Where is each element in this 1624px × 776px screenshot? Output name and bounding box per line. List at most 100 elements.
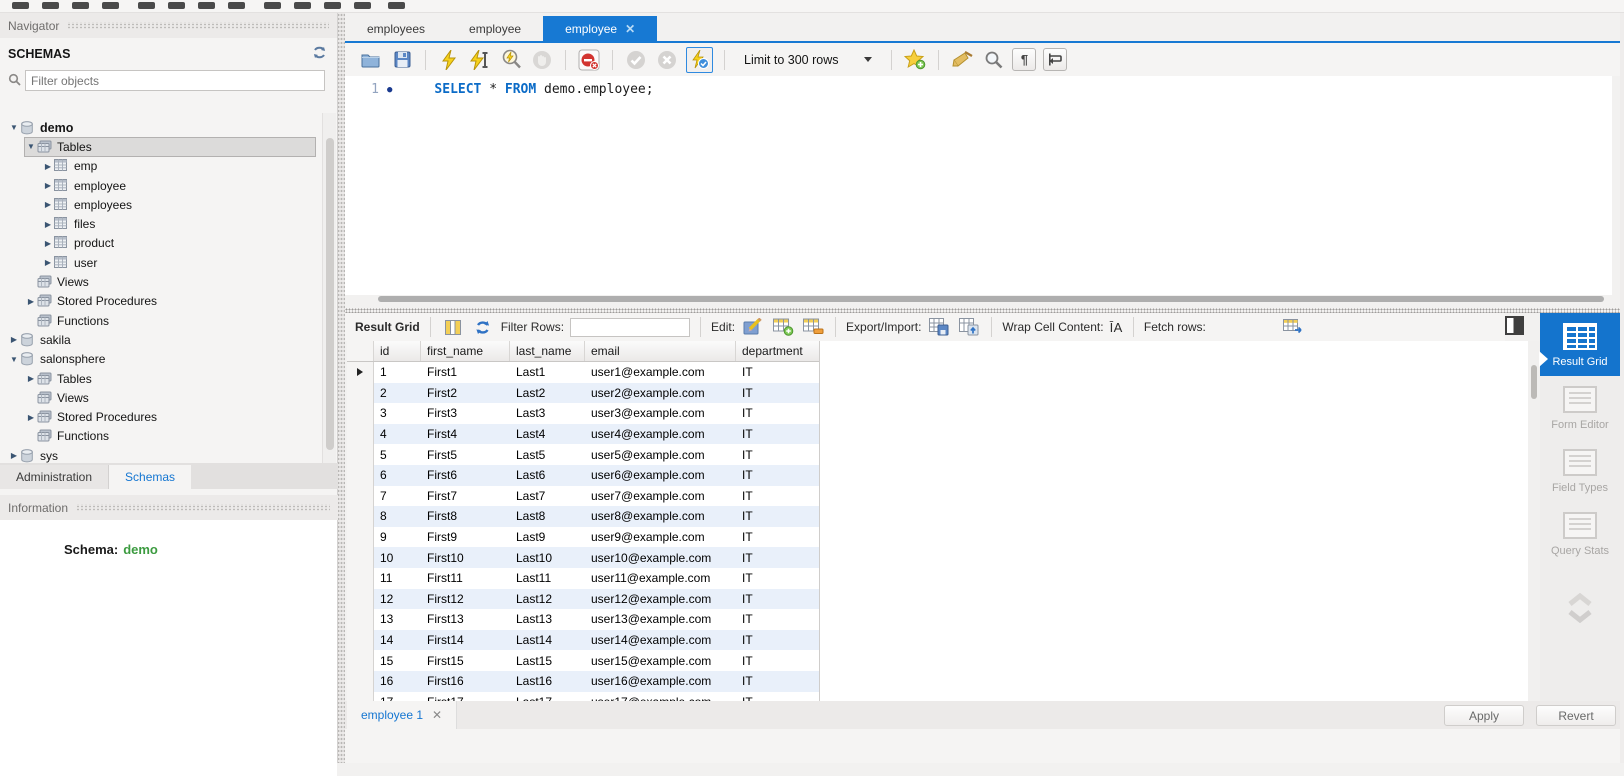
grid-cell[interactable]: 6 — [374, 465, 421, 486]
grid-cell[interactable]: 8 — [374, 506, 421, 527]
rollback-icon[interactable] — [655, 48, 679, 72]
editor-tab-2[interactable]: employee✕ — [543, 16, 657, 41]
tree-item-views[interactable]: Views — [0, 272, 322, 291]
grid-row-gutter[interactable] — [347, 506, 374, 527]
filter-objects-input[interactable] — [25, 70, 325, 91]
tree-expanded-arrow-icon[interactable]: ▼ — [8, 355, 20, 364]
grid-cell[interactable]: Last5 — [510, 444, 585, 465]
chevron-down-icon[interactable] — [1567, 609, 1593, 623]
grid-cell[interactable]: 11 — [374, 568, 421, 589]
stop-query-icon[interactable] — [530, 48, 554, 72]
grid-row-gutter[interactable] — [347, 465, 374, 486]
grid-cell[interactable]: Last15 — [510, 650, 585, 671]
tree-item-stored-procedures[interactable]: ▶Stored Procedures — [0, 292, 322, 311]
insert-row-icon[interactable] — [771, 315, 795, 339]
save-script-icon[interactable] — [390, 48, 414, 72]
grid-cell[interactable]: 10 — [374, 547, 421, 568]
close-icon[interactable]: ✕ — [432, 708, 442, 722]
tree-collapsed-arrow-icon[interactable]: ▶ — [42, 162, 54, 171]
grid-row-gutter[interactable] — [347, 444, 374, 465]
grid-header-email[interactable]: email — [585, 341, 736, 361]
grid-cell[interactable]: user2@example.com — [585, 383, 736, 404]
grid-cell[interactable]: First9 — [421, 527, 510, 548]
grid-cell[interactable]: First4 — [421, 424, 510, 445]
grid-cell[interactable]: First5 — [421, 444, 510, 465]
grid-cell[interactable]: user5@example.com — [585, 444, 736, 465]
grid-cell[interactable]: user17@example.com — [585, 692, 736, 702]
grid-row-gutter[interactable] — [347, 609, 374, 630]
chevron-up-icon[interactable] — [1567, 593, 1593, 607]
grid-cell[interactable]: First14 — [421, 630, 510, 651]
export-recordset-icon[interactable] — [927, 315, 951, 339]
side-panel-tab-form-editor[interactable]: Form Editor — [1540, 376, 1620, 439]
fetch-more-rows-icon[interactable] — [1282, 315, 1306, 339]
grid-row-gutter[interactable] — [347, 424, 374, 445]
grid-cell[interactable]: IT — [736, 444, 820, 465]
grid-cell[interactable]: Last7 — [510, 486, 585, 507]
editor-horizontal-scrollbar[interactable] — [378, 296, 1604, 302]
limit-rows-dropdown[interactable]: Limit to 300 rows — [736, 51, 880, 69]
grid-cell[interactable]: IT — [736, 506, 820, 527]
tree-item-views[interactable]: Views — [0, 388, 322, 407]
grid-cell[interactable]: Last1 — [510, 362, 585, 383]
grid-cell[interactable]: Last10 — [510, 547, 585, 568]
table-row[interactable]: 1First1Last1user1@example.comIT — [347, 362, 819, 383]
tree-item-tables[interactable]: ▼Tables — [0, 137, 322, 156]
grid-cell[interactable]: IT — [736, 630, 820, 651]
table-row[interactable]: 3First3Last3user3@example.comIT — [347, 403, 819, 424]
table-row[interactable]: 12First12Last12user12@example.comIT — [347, 589, 819, 610]
side-panel-tab-query-stats[interactable]: Query Stats — [1540, 502, 1620, 565]
grid-cell[interactable]: IT — [736, 650, 820, 671]
explain-plan-icon[interactable] — [499, 48, 523, 72]
tree-collapsed-arrow-icon[interactable]: ▶ — [25, 413, 37, 422]
grid-row-gutter[interactable] — [347, 568, 374, 589]
tree-item-stored-procedures[interactable]: ▶Stored Procedures — [0, 407, 322, 426]
table-row[interactable]: 11First11Last11user11@example.comIT — [347, 568, 819, 589]
grid-cell[interactable]: First12 — [421, 589, 510, 610]
grid-cell[interactable]: IT — [736, 671, 820, 692]
toggle-side-panel-icon[interactable] — [1505, 316, 1524, 335]
find-icon[interactable] — [981, 48, 1005, 72]
grid-header-department[interactable]: department — [736, 341, 820, 361]
vertical-splitter[interactable] — [338, 13, 345, 763]
refresh-grid-icon[interactable] — [471, 315, 495, 339]
grid-cell[interactable]: user10@example.com — [585, 547, 736, 568]
show-invisibles-icon[interactable]: ¶ — [1012, 48, 1036, 71]
grid-cell[interactable]: user8@example.com — [585, 506, 736, 527]
tree-collapsed-arrow-icon[interactable]: ▶ — [8, 335, 20, 344]
delete-row-icon[interactable] — [801, 315, 825, 339]
grid-vertical-scrollbar[interactable] — [1528, 341, 1540, 701]
grid-cell[interactable]: Last11 — [510, 568, 585, 589]
grid-cell[interactable]: First15 — [421, 650, 510, 671]
tree-scrollbar-thumb[interactable] — [326, 138, 334, 450]
grid-cell[interactable]: 5 — [374, 444, 421, 465]
grid-cell[interactable]: Last3 — [510, 403, 585, 424]
grid-cell[interactable]: IT — [736, 383, 820, 404]
tree-item-employee[interactable]: ▶employee — [0, 176, 322, 195]
grid-cell[interactable]: 1 — [374, 362, 421, 383]
tree-expanded-arrow-icon[interactable]: ▼ — [8, 123, 20, 132]
grid-row-gutter[interactable] — [347, 547, 374, 568]
grid-row-gutter[interactable] — [347, 486, 374, 507]
grid-cell[interactable]: 17 — [374, 692, 421, 702]
sql-editor[interactable]: 1 ● SELECT * FROM demo.employee; — [345, 76, 1612, 295]
grid-cell[interactable]: IT — [736, 424, 820, 445]
result-set-tab[interactable]: employee 1 ✕ — [347, 701, 457, 729]
grid-cell[interactable]: First13 — [421, 609, 510, 630]
tree-collapsed-arrow-icon[interactable]: ▶ — [25, 374, 37, 383]
grid-cell[interactable]: 16 — [374, 671, 421, 692]
grid-cell[interactable]: First8 — [421, 506, 510, 527]
sidebar-tab-schemas[interactable]: Schemas — [109, 465, 191, 489]
grid-cell[interactable]: user13@example.com — [585, 609, 736, 630]
tree-collapsed-arrow-icon[interactable]: ▶ — [25, 297, 37, 306]
grid-cell[interactable]: user12@example.com — [585, 589, 736, 610]
grid-cell[interactable]: IT — [736, 692, 820, 702]
grid-cell[interactable]: user3@example.com — [585, 403, 736, 424]
grid-cell[interactable]: Last16 — [510, 671, 585, 692]
tree-collapsed-arrow-icon[interactable]: ▶ — [42, 181, 54, 190]
grid-row-gutter[interactable] — [347, 692, 374, 702]
grid-columns-icon[interactable] — [441, 315, 465, 339]
revert-button[interactable]: Revert — [1536, 705, 1616, 726]
grid-cell[interactable]: First11 — [421, 568, 510, 589]
grid-cell[interactable]: IT — [736, 465, 820, 486]
